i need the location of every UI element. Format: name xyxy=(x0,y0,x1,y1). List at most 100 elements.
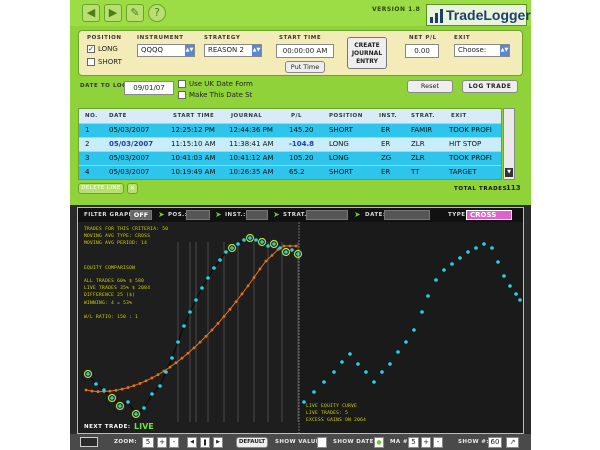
equity-point xyxy=(134,412,138,416)
moving-average-point xyxy=(168,365,172,369)
moving-average-point xyxy=(270,253,274,257)
equity-point xyxy=(266,244,270,248)
play-icon[interactable]: ❚ xyxy=(200,437,210,448)
live-equity-point xyxy=(426,294,430,298)
live-equity-point xyxy=(514,292,518,296)
column-header: STRAT. xyxy=(411,113,435,119)
live-equity-point xyxy=(458,256,462,260)
equity-point xyxy=(164,370,168,374)
exit-select[interactable]: Choose: ▲▼ xyxy=(454,44,510,57)
live-equity-point xyxy=(474,246,478,250)
live-equity-point xyxy=(502,274,506,278)
moving-average-point xyxy=(294,244,298,248)
show-values-checkbox[interactable] xyxy=(317,437,327,448)
cell: ZG xyxy=(381,154,392,162)
equity-point xyxy=(102,388,106,392)
strategy-select[interactable]: REASON 2 ▲▼ xyxy=(204,44,262,57)
table-row[interactable]: 4 05/03/2007 10:19:49 AM 10:26:35 AM 65.… xyxy=(79,165,501,179)
table-row[interactable]: 3 05/03/2007 10:41:03 AM 10:41:12 AM 105… xyxy=(79,151,501,165)
screen-icon[interactable] xyxy=(80,437,98,447)
annotation: EXCESS GAINS ON 2064 xyxy=(306,418,367,423)
type-select[interactable]: CROSS xyxy=(466,210,512,220)
edit-icon[interactable]: ✎ xyxy=(126,4,144,22)
table-row[interactable]: 1 05/03/2007 12:25:12 PM 12:44:36 PM 145… xyxy=(79,123,501,137)
show-count-value[interactable]: 60 xyxy=(488,437,502,448)
ma-decrease-button[interactable]: - xyxy=(433,437,443,448)
net-pl-input[interactable]: 0.00 xyxy=(405,44,439,58)
moving-average-point xyxy=(216,321,220,325)
table-row-selected[interactable]: 2 05/03/2007 11:15:10 AM 11:38:41 AM -10… xyxy=(79,137,501,151)
moving-average-point xyxy=(180,356,184,360)
delete-line-button[interactable]: DELETE LINE xyxy=(78,183,124,194)
zoom-out-button[interactable]: - xyxy=(169,437,179,448)
equity-point xyxy=(126,400,130,404)
put-time-button[interactable]: Put Time xyxy=(285,61,325,73)
equity-point xyxy=(218,258,222,262)
equity-point xyxy=(158,384,162,388)
make-default-date-checkbox[interactable] xyxy=(178,91,186,99)
moving-average-point xyxy=(132,384,136,388)
live-equity-point xyxy=(372,380,376,384)
ma-value[interactable]: 5 xyxy=(408,437,419,448)
cell: HIT STOP xyxy=(449,140,482,148)
cell: TARGET xyxy=(449,168,477,176)
position-label: POSITION xyxy=(87,35,122,41)
cell: LONG xyxy=(329,140,349,148)
logo-text: TradeLogger xyxy=(446,7,531,23)
filter-toggle[interactable]: OFF xyxy=(130,210,152,220)
table-scrollbar[interactable]: ▼ xyxy=(503,108,515,180)
live-equity-point xyxy=(380,370,384,374)
log-trade-button[interactable]: LOG TRADE xyxy=(462,80,518,93)
scroll-left-icon[interactable]: ◀ xyxy=(187,437,197,448)
zoom-value[interactable]: 5 xyxy=(142,437,154,448)
arrow-right-icon: ➤ xyxy=(215,210,222,219)
reset-button[interactable]: Reset xyxy=(407,80,453,93)
create-entry-line1: CREATE xyxy=(354,42,380,49)
strat-filter-box[interactable] xyxy=(306,210,348,220)
inst-filter-box[interactable] xyxy=(246,210,268,220)
equity-point xyxy=(142,406,146,410)
annotation: EQUITY COMPARISON xyxy=(84,266,136,271)
chevron-down-icon: ▲▼ xyxy=(185,45,194,56)
scroll-down-icon[interactable]: ▼ xyxy=(505,168,513,177)
create-journal-entry-button[interactable]: CREATE JOURNAL ENTRY xyxy=(347,37,387,69)
short-checkbox[interactable] xyxy=(87,58,95,66)
moving-average-point xyxy=(186,351,190,355)
version-label: VERSION 1.8 xyxy=(372,6,421,13)
cell: 10:41:03 AM xyxy=(171,154,216,162)
moving-average-point xyxy=(126,386,130,389)
uk-date-label: Use UK Date Form xyxy=(189,80,253,88)
date-filter-box[interactable] xyxy=(384,210,430,220)
equity-point xyxy=(236,242,240,246)
cell: ER xyxy=(381,126,391,134)
cell: FAMIR xyxy=(411,126,433,134)
scroll-right-icon[interactable]: ▶ xyxy=(213,437,223,448)
default-button[interactable]: DEFAULT xyxy=(236,437,268,448)
cell: -104.8 xyxy=(289,140,315,148)
logo-bars-icon xyxy=(430,9,443,23)
pos-filter-box[interactable] xyxy=(186,210,210,220)
back-icon[interactable]: ◀ xyxy=(82,4,100,22)
instrument-select[interactable]: QQQQ ▲▼ xyxy=(137,44,195,57)
equity-point xyxy=(110,396,114,400)
live-equity-point xyxy=(466,250,470,254)
help-icon[interactable]: ? xyxy=(148,4,166,22)
zoom-in-button[interactable]: + xyxy=(157,437,167,448)
forward-icon[interactable]: ▶ xyxy=(104,4,122,22)
total-trades-label: TOTAL TRADES: xyxy=(454,186,510,192)
ma-increase-button[interactable]: + xyxy=(421,437,431,448)
equity-point xyxy=(260,240,264,244)
start-time-input[interactable]: 00:00:00 AM xyxy=(276,44,334,58)
cell: 4 xyxy=(85,168,90,176)
create-entry-line2: JOURNAL xyxy=(351,50,383,57)
uk-date-checkbox[interactable] xyxy=(178,80,186,88)
close-icon[interactable]: ✕ xyxy=(127,183,138,194)
make-default-date-label: Make This Date St xyxy=(189,91,253,99)
long-checkbox[interactable]: ✓ xyxy=(87,45,95,53)
bottom-toolbar: ZOOM: 5 + - ◀ ❚ ▶ DEFAULT SHOW VALUES: S… xyxy=(70,434,531,450)
date-input[interactable]: 09/01/07 xyxy=(124,81,174,95)
equity-point xyxy=(182,324,186,328)
cell: 3 xyxy=(85,154,90,162)
show-dates-checkbox[interactable]: ● xyxy=(374,437,384,448)
trend-chart-icon[interactable]: ↗ xyxy=(506,437,519,448)
